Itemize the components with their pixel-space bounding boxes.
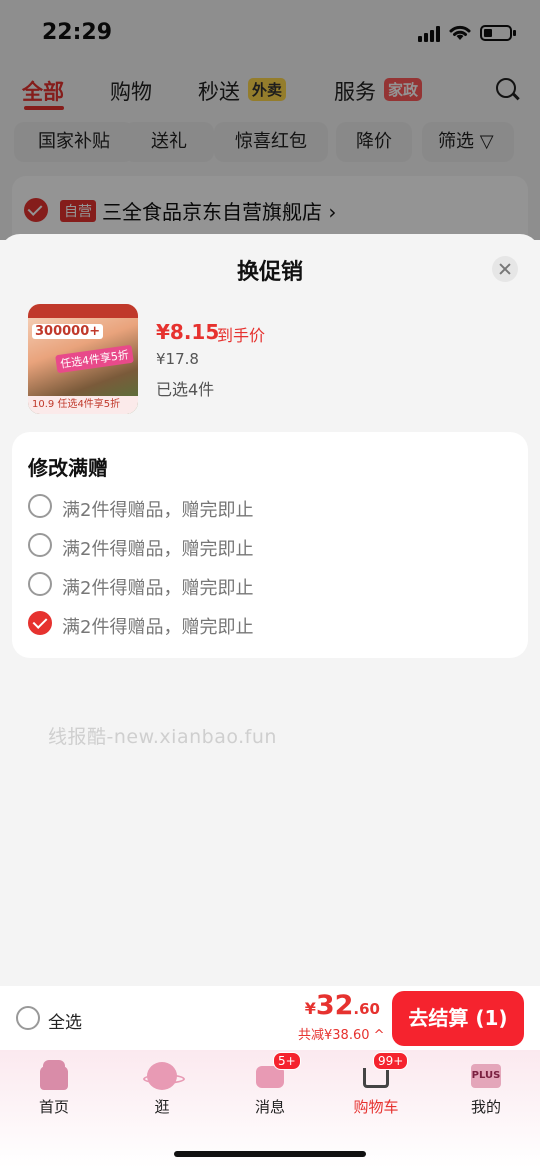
total-decimal: .60 (353, 1000, 380, 1018)
final-price-label: 到手价 (217, 326, 266, 345)
gift-option-label: 满2件得赠品，赠完即止 (62, 539, 254, 560)
product-image-banner: 任选4件享5折 (55, 344, 134, 374)
message-badge: 5+ (273, 1052, 301, 1070)
radio-unchecked-icon[interactable] (28, 533, 52, 557)
total-integer: 32 (315, 990, 354, 1021)
gift-options-card: 修改满赠 满2件得赠品，赠完即止 满2件得赠品，赠完即止 满2件得赠品，赠完即止… (12, 432, 528, 658)
total-currency: ¥ (304, 999, 316, 1018)
gift-option-label: 满2件得赠品，赠完即止 (62, 578, 254, 599)
nav-profile-label: 我的 (470, 1098, 501, 1116)
radio-checked-icon[interactable] (28, 611, 52, 635)
original-price: ¥17.8 (156, 350, 199, 368)
plus-member-icon: PLUS (471, 1064, 501, 1088)
total-price: ¥32.60 (305, 990, 380, 1021)
checkout-bar: 全选 ¥32.60 共减¥38.60 ^ 去结算 (1) (0, 986, 540, 1050)
gift-option-selected[interactable]: 满2件得赠品，赠完即止 (26, 609, 506, 639)
product-image: 300000+ 任选4件享5折 10.9 任选4件享5折 (28, 304, 138, 414)
checkout-button[interactable]: 去结算 (1) (392, 991, 524, 1046)
nav-home-label: 首页 (38, 1098, 69, 1116)
product-image-badge: 300000+ (32, 324, 104, 339)
gift-option[interactable]: 满2件得赠品，赠完即止 (26, 492, 506, 522)
home-icon (40, 1066, 68, 1090)
dim-overlay[interactable] (0, 0, 540, 240)
final-price: ¥8.15 (156, 320, 220, 344)
nav-cart-label: 购物车 (353, 1098, 399, 1116)
product-image-footer: 10.9 任选4件享5折 (28, 396, 138, 414)
select-all-label[interactable]: 全选 (48, 1008, 82, 1033)
nav-profile[interactable]: PLUS 我的 (446, 1062, 526, 1117)
radio-unchecked-icon[interactable] (28, 494, 52, 518)
watermark: 线报酷-new.xianbao.fun (48, 726, 277, 748)
nav-cart[interactable]: 99+ 购物车 (336, 1052, 416, 1117)
nav-explore[interactable]: 逛 (122, 1062, 202, 1117)
product-image-strip (28, 304, 138, 318)
gift-title: 修改满赠 (28, 456, 108, 480)
cart-icon (363, 1068, 389, 1088)
home-indicator (174, 1151, 366, 1157)
nav-messages[interactable]: 5+ 消息 (230, 1052, 310, 1117)
explore-icon (143, 1062, 185, 1090)
gift-option-label: 满2件得赠品，赠完即止 (62, 500, 254, 521)
sheet-title: 换促销 (236, 260, 303, 285)
cart-badge: 99+ (373, 1052, 409, 1070)
close-button[interactable] (492, 256, 518, 282)
nav-home[interactable]: 首页 (14, 1062, 94, 1117)
select-all-radio-icon[interactable] (16, 1006, 40, 1030)
gift-option-label: 满2件得赠品，赠完即止 (62, 617, 254, 638)
nav-messages-label: 消息 (254, 1098, 285, 1116)
gift-option[interactable]: 满2件得赠品，赠完即止 (26, 570, 506, 600)
selected-count: 已选4件 (156, 380, 215, 399)
total-discount[interactable]: 共减¥38.60 ^ (298, 1024, 385, 1043)
gift-option[interactable]: 满2件得赠品，赠完即止 (26, 531, 506, 561)
nav-explore-label: 逛 (154, 1098, 170, 1116)
radio-unchecked-icon[interactable] (28, 572, 52, 596)
